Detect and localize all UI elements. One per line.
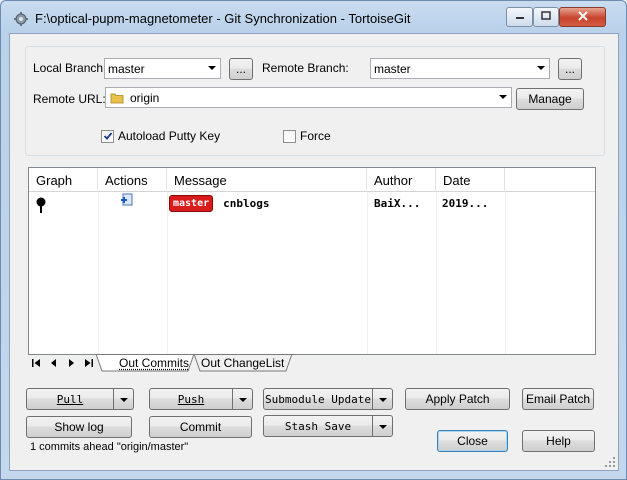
- resize-grip-icon[interactable]: [604, 456, 616, 468]
- list-header: Graph Actions Message Author Date: [29, 168, 595, 192]
- remote-url-label: Remote URL:: [33, 92, 106, 106]
- submodule-update-dropdown-button[interactable]: [373, 388, 393, 410]
- dialog-client-area: Local Branch: master ... Remote Branch: …: [9, 33, 619, 471]
- email-patch-button[interactable]: Email Patch: [522, 388, 594, 410]
- tortoisegit-app-icon: [13, 11, 29, 27]
- minimize-icon: [515, 10, 525, 24]
- tab-out-commits[interactable]: Out Commits: [119, 354, 189, 371]
- chevron-down-icon: [495, 88, 511, 107]
- folder-icon: [106, 91, 124, 105]
- minimize-button[interactable]: [506, 7, 533, 27]
- local-branch-value: master: [108, 61, 145, 76]
- push-button[interactable]: Push: [149, 388, 233, 410]
- pull-split-button[interactable]: Pull: [26, 388, 134, 410]
- force-checkbox[interactable]: Force: [283, 129, 331, 143]
- local-branch-browse-button[interactable]: ...: [229, 58, 253, 80]
- remote-branch-browse-button[interactable]: ...: [558, 58, 582, 80]
- next-tab-icon[interactable]: [65, 357, 77, 369]
- submodule-update-button[interactable]: Submodule Update: [263, 388, 373, 410]
- tortoisegit-sync-window: F:\optical-pupm-magnetometer - Git Synch…: [0, 0, 627, 480]
- stash-save-button[interactable]: Stash Save: [263, 415, 373, 437]
- status-text: 1 commits ahead "origin/master": [30, 441, 189, 453]
- autoload-putty-key-checkbox[interactable]: Autoload Putty Key: [101, 129, 220, 143]
- commit-message-cell: master cnblogs: [169, 193, 269, 213]
- checkbox-checked-icon: [101, 129, 114, 143]
- commit-action-icon: [120, 190, 134, 210]
- first-tab-icon[interactable]: [30, 357, 42, 369]
- chevron-down-icon: [204, 59, 220, 78]
- pull-button-label: Pull: [56, 392, 84, 406]
- window-title: F:\optical-pupm-magnetometer - Git Synch…: [35, 11, 411, 26]
- pull-button[interactable]: Pull: [26, 388, 114, 410]
- out-commits-list[interactable]: Graph Actions Message Author Date master: [28, 167, 596, 355]
- chevron-down-icon: [238, 392, 247, 406]
- remote-branch-combo[interactable]: master: [370, 58, 550, 79]
- local-branch-combo[interactable]: master: [104, 58, 221, 79]
- tab-strip: Out Commits Out ChangeList: [28, 354, 596, 372]
- column-divider: [436, 192, 437, 354]
- column-divider: [505, 192, 506, 354]
- submodule-update-split-button[interactable]: Submodule Update: [263, 388, 393, 410]
- previous-tab-icon[interactable]: [48, 357, 60, 369]
- commit-button[interactable]: Commit: [149, 416, 252, 438]
- checkbox-unchecked-icon: [283, 129, 296, 143]
- remote-url-value: origin: [130, 90, 160, 105]
- column-header-actions[interactable]: Actions: [98, 168, 167, 192]
- commit-message: cnblogs: [223, 196, 270, 210]
- chevron-down-icon: [119, 392, 128, 406]
- push-button-label: Push: [177, 392, 205, 406]
- column-header-message[interactable]: Message: [167, 168, 367, 192]
- local-branch-label: Local Branch:: [33, 61, 107, 75]
- column-divider: [98, 192, 99, 354]
- title-bar[interactable]: F:\optical-pupm-magnetometer - Git Synch…: [1, 1, 626, 35]
- help-button[interactable]: Help: [522, 430, 595, 452]
- column-divider: [167, 192, 168, 354]
- column-header-author[interactable]: Author: [367, 168, 436, 192]
- apply-patch-button[interactable]: Apply Patch: [405, 388, 510, 410]
- branch-badge: master: [169, 194, 214, 212]
- last-tab-icon[interactable]: [82, 357, 94, 369]
- maximize-button[interactable]: [533, 7, 559, 27]
- remote-branch-value: master: [374, 61, 411, 76]
- push-dropdown-button[interactable]: [233, 388, 253, 410]
- force-label: Force: [300, 129, 331, 143]
- commit-graph-node-icon: [35, 193, 47, 213]
- column-header-graph[interactable]: Graph: [29, 168, 98, 192]
- close-button[interactable]: Close: [437, 430, 508, 452]
- column-divider: [367, 192, 368, 354]
- close-icon: [577, 10, 589, 24]
- stash-save-split-button[interactable]: Stash Save: [263, 415, 393, 437]
- table-row[interactable]: master cnblogs BaiX... 2019...: [29, 193, 595, 213]
- chevron-down-icon: [378, 392, 387, 406]
- stash-save-dropdown-button[interactable]: [373, 415, 393, 437]
- close-window-button[interactable]: [559, 7, 606, 27]
- chevron-down-icon: [378, 419, 387, 433]
- maximize-icon: [541, 10, 551, 24]
- commit-date: 2019...: [442, 196, 489, 210]
- chevron-down-icon: [533, 59, 549, 78]
- show-log-button[interactable]: Show log: [26, 416, 132, 438]
- autoload-putty-key-label: Autoload Putty Key: [118, 129, 221, 143]
- remote-branch-label: Remote Branch:: [262, 61, 349, 75]
- push-split-button[interactable]: Push: [149, 388, 253, 410]
- manage-button[interactable]: Manage: [516, 88, 584, 110]
- pull-dropdown-button[interactable]: [114, 388, 134, 410]
- tab-out-changelist[interactable]: Out ChangeList: [201, 354, 284, 371]
- column-header-date[interactable]: Date: [436, 168, 505, 192]
- commit-author: BaiX...: [374, 196, 421, 210]
- remote-url-combo[interactable]: origin: [105, 87, 512, 108]
